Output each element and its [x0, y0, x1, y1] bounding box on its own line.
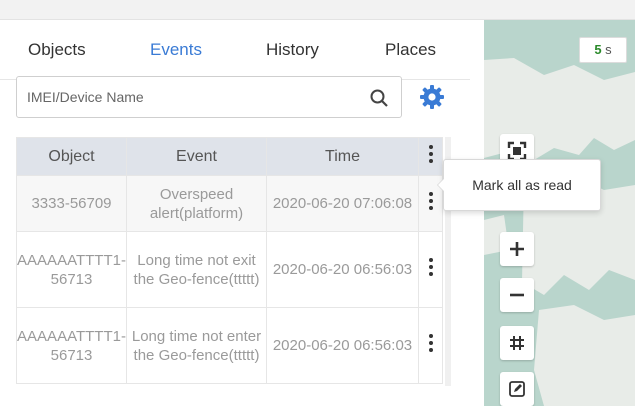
more-vertical-icon — [428, 331, 433, 355]
gear-icon[interactable] — [419, 84, 445, 110]
timer-value: 5 — [594, 42, 602, 57]
cell-event: Long time not exit the Geo-fence(ttttt) — [126, 231, 267, 308]
more-vertical-icon — [428, 189, 433, 213]
search-input[interactable] — [27, 77, 357, 117]
zoom-in-button[interactable] — [500, 232, 534, 266]
tab-history[interactable]: History — [266, 20, 319, 80]
header-more-button[interactable] — [418, 137, 443, 176]
column-header-object[interactable]: Object — [16, 137, 127, 176]
row-more-button[interactable] — [418, 307, 443, 384]
cell-object: AAAAAATTTT1-56713 — [16, 307, 127, 384]
zoom-in-icon — [510, 242, 524, 256]
events-table: Object Event Time 3333-56709 Overspeed a… — [16, 137, 443, 384]
table-row[interactable]: 3333-56709 Overspeed alert(platform) 202… — [16, 175, 443, 232]
table-header-row: Object Event Time — [16, 137, 443, 176]
top-bar — [0, 0, 635, 20]
cell-time: 2020-06-20 06:56:03 — [266, 231, 419, 308]
search-icon[interactable] — [369, 88, 389, 108]
events-table-container: Object Event Time 3333-56709 Overspeed a… — [16, 137, 470, 386]
cell-object: AAAAAATTTT1-56713 — [16, 231, 127, 308]
tab-objects[interactable]: Objects — [28, 20, 86, 80]
cell-object: 3333-56709 — [16, 175, 127, 232]
tab-events[interactable]: Events — [150, 20, 202, 80]
fit-screen-icon — [507, 141, 527, 161]
more-vertical-icon — [428, 142, 433, 166]
tab-bar: Objects Events History Places — [0, 20, 470, 80]
refresh-timer[interactable]: 5 s — [579, 37, 627, 63]
cell-time: 2020-06-20 06:56:03 — [266, 307, 419, 384]
grid-icon — [510, 336, 524, 350]
timer-unit: s — [605, 42, 612, 57]
row-more-button[interactable] — [418, 231, 443, 308]
zoom-out-icon — [510, 293, 524, 297]
column-header-time[interactable]: Time — [266, 137, 419, 176]
column-header-event[interactable]: Event — [126, 137, 267, 176]
table-row[interactable]: AAAAAATTTT1-56713 Long time not exit the… — [16, 231, 443, 308]
search-box — [16, 76, 402, 118]
table-row[interactable]: AAAAAATTTT1-56713 Long time not enter th… — [16, 307, 443, 384]
edit-button[interactable] — [500, 372, 534, 406]
zoom-out-button[interactable] — [500, 278, 534, 312]
grid-button[interactable] — [500, 326, 534, 360]
cell-time: 2020-06-20 07:06:08 — [266, 175, 419, 232]
more-vertical-icon — [428, 255, 433, 279]
cell-event: Overspeed alert(platform) — [126, 175, 267, 232]
cell-event: Long time not enter the Geo-fence(ttttt) — [126, 307, 267, 384]
tab-places[interactable]: Places — [385, 20, 436, 80]
edit-icon — [509, 381, 525, 397]
mark-all-read-menu-item[interactable]: Mark all as read — [437, 159, 601, 211]
